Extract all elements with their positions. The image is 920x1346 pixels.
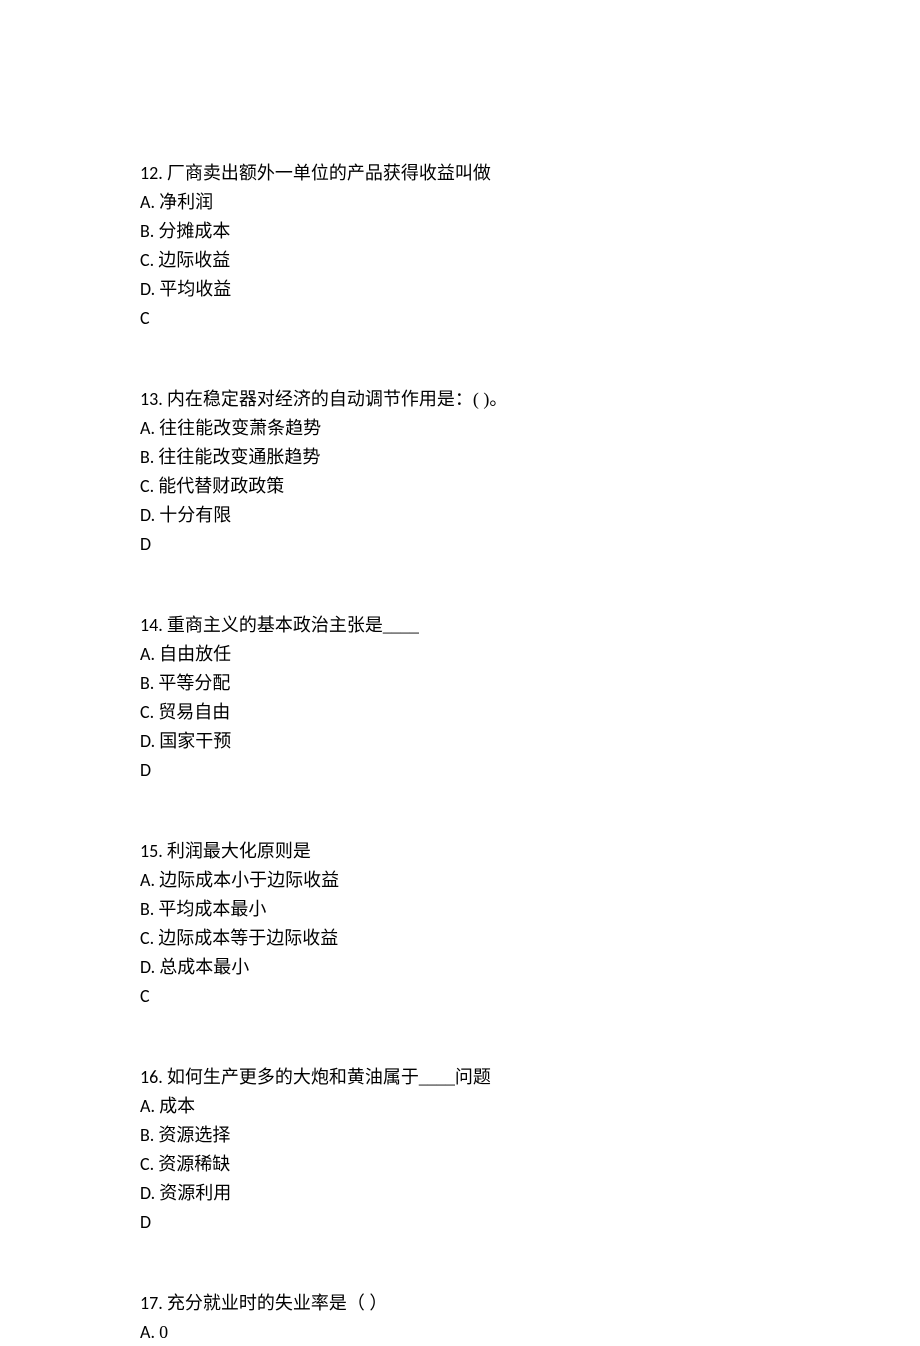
question-15: 15. 利润最大化原则是 A. 边际成本小于边际收益 B. 平均成本最小 C. … [140, 838, 780, 1010]
question-17: 17. 充分就业时的失业率是（ ） A. 0 [140, 1290, 780, 1346]
option-a: A. 往往能改变萧条趋势 [140, 415, 780, 442]
question-stem: 利润最大化原则是 [167, 841, 311, 861]
question-stem: 重商主义的基本政治主张是____ [167, 615, 419, 635]
question-number: 13. [140, 388, 167, 410]
question-text: 15. 利润最大化原则是 [140, 838, 780, 865]
option-d: D. 国家干预 [140, 728, 780, 755]
question-text: 16. 如何生产更多的大炮和黄油属于____问题 [140, 1064, 780, 1091]
question-13: 13. 内在稳定器对经济的自动调节作用是：( )。 A. 往往能改变萧条趋势 B… [140, 386, 780, 558]
option-b: B. 分摊成本 [140, 218, 780, 245]
question-text: 13. 内在稳定器对经济的自动调节作用是：( )。 [140, 386, 780, 413]
option-d: D. 十分有限 [140, 502, 780, 529]
answer: C [140, 305, 780, 332]
option-a: A. 成本 [140, 1093, 780, 1120]
option-c: C. 边际成本等于边际收益 [140, 925, 780, 952]
answer: D [140, 531, 780, 558]
option-c: C. 资源稀缺 [140, 1151, 780, 1178]
question-14: 14. 重商主义的基本政治主张是____ A. 自由放任 B. 平等分配 C. … [140, 612, 780, 784]
question-stem: 充分就业时的失业率是（ ） [167, 1293, 388, 1313]
question-number: 14. [140, 614, 167, 636]
question-text: 14. 重商主义的基本政治主张是____ [140, 612, 780, 639]
option-b: B. 平等分配 [140, 670, 780, 697]
question-stem: 内在稳定器对经济的自动调节作用是：( )。 [167, 389, 508, 409]
question-number: 12. [140, 162, 167, 184]
option-b: B. 往往能改变通胀趋势 [140, 444, 780, 471]
answer: D [140, 1209, 780, 1236]
question-text: 17. 充分就业时的失业率是（ ） [140, 1290, 780, 1317]
option-b: B. 资源选择 [140, 1122, 780, 1149]
option-c: C. 贸易自由 [140, 699, 780, 726]
option-a: A. 边际成本小于边际收益 [140, 867, 780, 894]
question-12: 12. 厂商卖出额外一单位的产品获得收益叫做 A. 净利润 B. 分摊成本 C.… [140, 160, 780, 332]
question-16: 16. 如何生产更多的大炮和黄油属于____问题 A. 成本 B. 资源选择 C… [140, 1064, 780, 1236]
question-number: 15. [140, 840, 167, 862]
answer: C [140, 983, 780, 1010]
option-a: A. 净利润 [140, 189, 780, 216]
option-a: A. 自由放任 [140, 641, 780, 668]
question-number: 17. [140, 1292, 167, 1314]
question-text: 12. 厂商卖出额外一单位的产品获得收益叫做 [140, 160, 780, 187]
option-a: A. 0 [140, 1319, 780, 1346]
option-d: D. 资源利用 [140, 1180, 780, 1207]
option-d: D. 总成本最小 [140, 954, 780, 981]
question-stem: 厂商卖出额外一单位的产品获得收益叫做 [167, 163, 491, 183]
question-number: 16. [140, 1066, 167, 1088]
option-c: C. 能代替财政政策 [140, 473, 780, 500]
option-c: C. 边际收益 [140, 247, 780, 274]
answer: D [140, 757, 780, 784]
option-d: D. 平均收益 [140, 276, 780, 303]
option-b: B. 平均成本最小 [140, 896, 780, 923]
question-stem: 如何生产更多的大炮和黄油属于____问题 [167, 1067, 491, 1087]
